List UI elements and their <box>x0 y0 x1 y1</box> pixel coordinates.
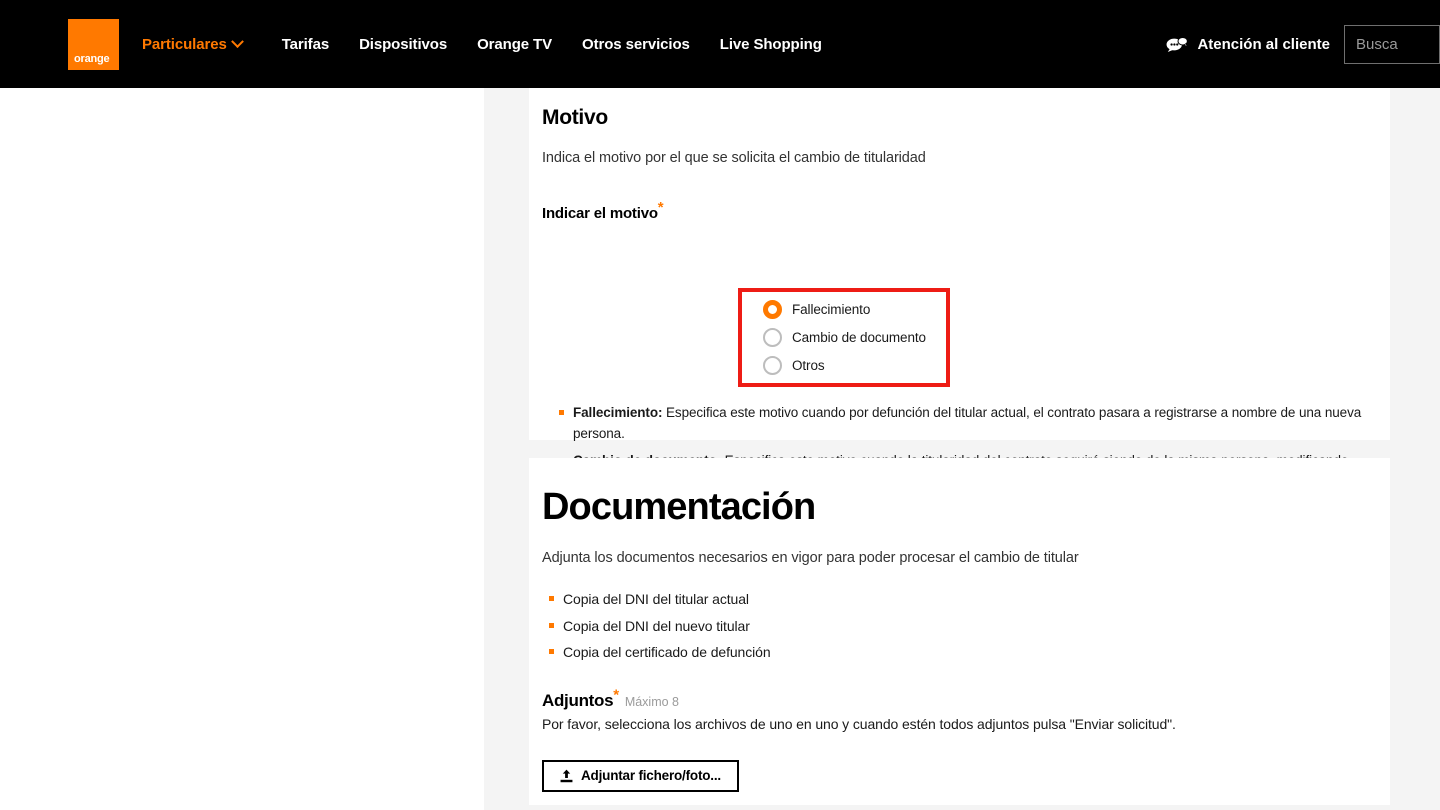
documentacion-required-docs-list: Copia del DNI del titular actual Copia d… <box>542 589 1392 664</box>
radio-option-fallecimiento[interactable]: Fallecimiento <box>763 300 946 319</box>
nav-item-otros-servicios[interactable]: Otros servicios <box>582 36 690 53</box>
motivo-field-label-text: Indicar el motivo <box>542 205 658 222</box>
nav-item-orange-tv[interactable]: Orange TV <box>477 36 552 53</box>
list-item: Copia del DNI del nuevo titular <box>542 616 1392 638</box>
list-item: Fallecimiento: Especifica este motivo cu… <box>552 403 1362 445</box>
required-asterisk: * <box>613 686 619 704</box>
documentacion-title: Documentación <box>542 486 816 528</box>
motivo-title: Motivo <box>542 106 608 129</box>
required-asterisk: * <box>657 199 664 216</box>
nav-item-label: Orange TV <box>477 35 553 53</box>
documentacion-content: Documentación Adjunta los documentos nec… <box>542 486 1392 792</box>
radio-dot-icon[interactable] <box>763 328 782 347</box>
adjuntos-max-hint: Máximo 8 <box>624 694 679 709</box>
radio-option-label: Cambio de documento <box>792 330 926 345</box>
customer-support-link[interactable]: Atención al cliente <box>1166 36 1330 53</box>
main-navigation: Particulares Tarifas Dispositivos Orange… <box>142 0 852 88</box>
radio-option-label: Otros <box>792 358 825 373</box>
motivo-radio-group-highlight: Fallecimiento Cambio de documento Otros <box>738 288 950 387</box>
nav-item-label: Dispositivos <box>359 35 448 53</box>
motivo-field-label: Indicar el motivo* <box>542 200 664 222</box>
logo-wordmark: orange <box>74 53 110 65</box>
nav-item-label: Particulares <box>142 35 227 53</box>
attach-file-button-label: Adjuntar fichero/foto... <box>581 768 721 784</box>
adjuntos-heading-row: Adjuntos* Máximo 8 <box>542 687 1392 711</box>
attach-file-button[interactable]: Adjuntar fichero/foto... <box>542 759 739 792</box>
content-shell: Motivo Indica el motivo por el que se so… <box>0 88 1440 810</box>
documentacion-subtitle: Adjunta los documentos necesarios en vig… <box>542 549 1079 566</box>
motivo-subtitle: Indica el motivo por el que se solicita … <box>542 150 926 166</box>
adjuntos-help-text: Por favor, selecciona los archivos de un… <box>542 715 1176 732</box>
chat-bubble-icon <box>1167 36 1189 52</box>
nav-item-tarifas[interactable]: Tarifas <box>282 36 329 53</box>
nav-item-live-shopping[interactable]: Live Shopping <box>720 36 822 53</box>
header-right-group: Atención al cliente <box>1166 0 1440 88</box>
radio-option-cambio-de-documento[interactable]: Cambio de documento <box>763 328 946 347</box>
radio-option-otros[interactable]: Otros <box>763 356 946 375</box>
note-term: Fallecimiento: <box>573 405 663 420</box>
list-item: Copia del certificado de defunción <box>542 642 1392 664</box>
motivo-field-row: Indicar el motivo* <box>542 200 1390 222</box>
nav-item-label: Tarifas <box>281 35 330 53</box>
adjuntos-label: Adjuntos* <box>542 687 619 711</box>
nav-item-dispositivos[interactable]: Dispositivos <box>359 36 447 53</box>
nav-item-particulares[interactable]: Particulares <box>142 34 244 53</box>
orange-logo[interactable]: orange <box>68 19 119 70</box>
motivo-header-group: Motivo Indica el motivo por el que se so… <box>542 106 1372 166</box>
top-navigation-bar: orange Particulares Tarifas Dispositivos… <box>0 0 1440 88</box>
page-root: orange Particulares Tarifas Dispositivos… <box>0 0 1440 810</box>
nav-item-label: Otros servicios <box>582 35 690 53</box>
radio-dot-selected-icon[interactable] <box>763 300 782 319</box>
radio-dot-icon[interactable] <box>763 356 782 375</box>
customer-support-label: Atención al cliente <box>1197 35 1330 53</box>
chevron-down-icon <box>230 34 244 48</box>
upload-icon <box>560 769 573 783</box>
note-text: Especifica este motivo cuando por defunc… <box>573 405 1362 441</box>
list-item: Copia del DNI del titular actual <box>542 589 1392 611</box>
adjuntos-label-text: Adjuntos <box>542 690 614 710</box>
radio-option-label: Fallecimiento <box>792 302 871 317</box>
search-input[interactable] <box>1344 24 1440 64</box>
nav-item-label: Live Shopping <box>719 35 822 53</box>
